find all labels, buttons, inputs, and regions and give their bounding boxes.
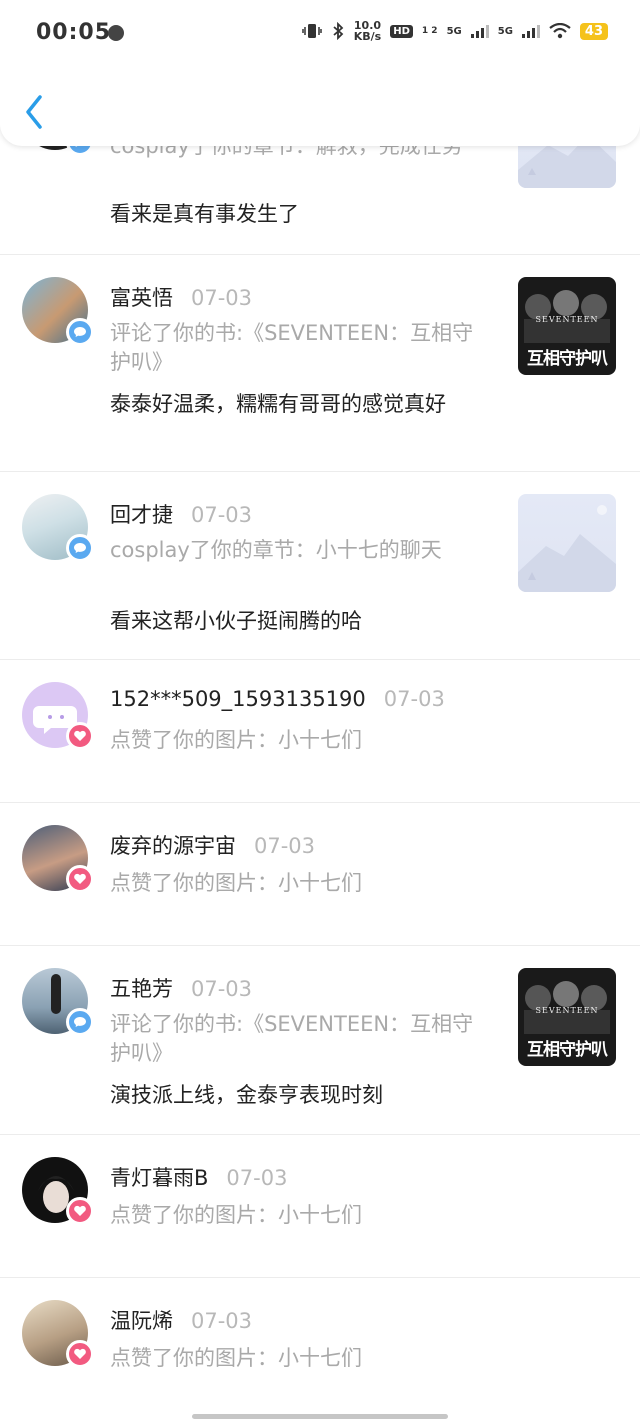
- signal-5g-label: 5G: [497, 25, 513, 37]
- notification-action: cosplay了你的章节：小十七的聊天: [110, 538, 442, 562]
- notification-row[interactable]: 富英悟 07-03 评论了你的书:《SEVENTEEN：互相守护叭》 泰泰好温柔，…: [0, 255, 640, 472]
- notification-action: 评论了你的书:《SEVENTEEN：互相守护叭》: [110, 1012, 474, 1065]
- user-name[interactable]: 青灯暮雨B: [110, 1166, 208, 1190]
- heart-icon: [66, 865, 94, 893]
- notification-row[interactable]: 152***509_1593135190 07-03 点赞了你的图片：小十七们: [0, 660, 640, 803]
- notification-date: 07-03: [191, 1309, 253, 1333]
- notification-action: 点赞了你的图片：小十七们: [110, 1203, 362, 1227]
- book-cover-thumbnail[interactable]: SEVENTEEN 互相守护叭: [518, 277, 616, 375]
- bluetooth-icon: [333, 22, 344, 40]
- notification-action: 评论了你的书:《SEVENTEEN：互相守护叭》: [110, 321, 474, 374]
- notification-date: 07-03: [383, 687, 445, 711]
- notification-content: 演技派上线，金泰亨表现时刻: [110, 1083, 383, 1107]
- book-cover-thumbnail[interactable]: SEVENTEEN 互相守护叭: [518, 968, 616, 1066]
- notification-content: 看来这帮小伙子挺闹腾的哈: [110, 609, 362, 633]
- notification-date: 07-03: [254, 834, 316, 858]
- comment-icon: [66, 1008, 94, 1036]
- chevron-left-icon: [26, 95, 42, 129]
- book-cover-subtitle: SEVENTEEN: [535, 1006, 599, 1015]
- user-name[interactable]: 富英悟: [110, 286, 173, 310]
- book-cover-title: 互相守护叭: [527, 1040, 608, 1060]
- globe-icon: [108, 25, 124, 41]
- notification-row[interactable]: 温阮烯 07-03 点赞了你的图片：小十七们: [0, 1278, 640, 1422]
- notification-row[interactable]: 青灯暮雨B 07-03 点赞了你的图片：小十七们: [0, 1135, 640, 1278]
- signal-bars-icon: [521, 24, 540, 38]
- top-header: 00:05 10.0 KB/s HD 1 2 5G 5G 43: [0, 0, 640, 146]
- wifi-icon: [549, 23, 571, 39]
- user-name[interactable]: 五艳芳: [110, 977, 173, 1001]
- user-name[interactable]: 温阮烯: [110, 1309, 173, 1333]
- heart-icon: [66, 722, 94, 750]
- notification-content: 看来是真有事发生了: [110, 202, 299, 226]
- notification-date: 07-03: [191, 977, 253, 1001]
- notification-date: 07-03: [191, 286, 253, 310]
- user-name[interactable]: 废弃的源宇宙: [110, 834, 236, 858]
- notification-row[interactable]: 回才捷 07-03 cosplay了你的章节：小十七的聊天 看来这帮小伙子挺闹腾的…: [0, 472, 640, 660]
- heart-icon: [66, 1197, 94, 1225]
- status-icons: 10.0 KB/s HD 1 2 5G 5G 43: [301, 20, 608, 43]
- heart-icon: [66, 1340, 94, 1368]
- signal-5g-label: 5G: [446, 25, 462, 37]
- notification-date: 07-03: [191, 503, 253, 527]
- hd-sim-numbers: 1 2: [421, 26, 438, 36]
- user-name[interactable]: 152***509_1593135190: [110, 687, 366, 711]
- notification-action: 点赞了你的图片：小十七们: [110, 871, 362, 895]
- notification-action: 点赞了你的图片：小十七们: [110, 1346, 362, 1370]
- back-button[interactable]: [20, 92, 52, 132]
- hd-badge: HD: [390, 24, 413, 38]
- status-time: 00:05: [36, 20, 112, 45]
- notification-row[interactable]: 废弃的源宇宙 07-03 点赞了你的图片：小十七们: [0, 803, 640, 946]
- user-name[interactable]: 回才捷: [110, 503, 173, 527]
- chapter-thumbnail[interactable]: [518, 494, 616, 592]
- vibrate-icon: [301, 24, 322, 38]
- notification-action: 点赞了你的图片：小十七们: [110, 728, 362, 752]
- signal-bars-icon: [470, 24, 489, 38]
- book-cover-subtitle: SEVENTEEN: [535, 315, 599, 324]
- book-cover-title: 互相守护叭: [527, 349, 608, 369]
- notification-date: 07-03: [226, 1166, 288, 1190]
- comment-icon: [66, 318, 94, 346]
- net-speed-unit: KB/s: [353, 30, 382, 43]
- comment-icon: [66, 534, 94, 562]
- notification-row[interactable]: 五艳芳 07-03 评论了你的书:《SEVENTEEN：互相守护叭》 演技派上线，…: [0, 946, 640, 1135]
- notification-content: 泰泰好温柔，糯糯有哥哥的感觉真好: [110, 392, 446, 416]
- home-indicator[interactable]: [192, 1414, 448, 1419]
- battery-icon: 43: [579, 22, 608, 40]
